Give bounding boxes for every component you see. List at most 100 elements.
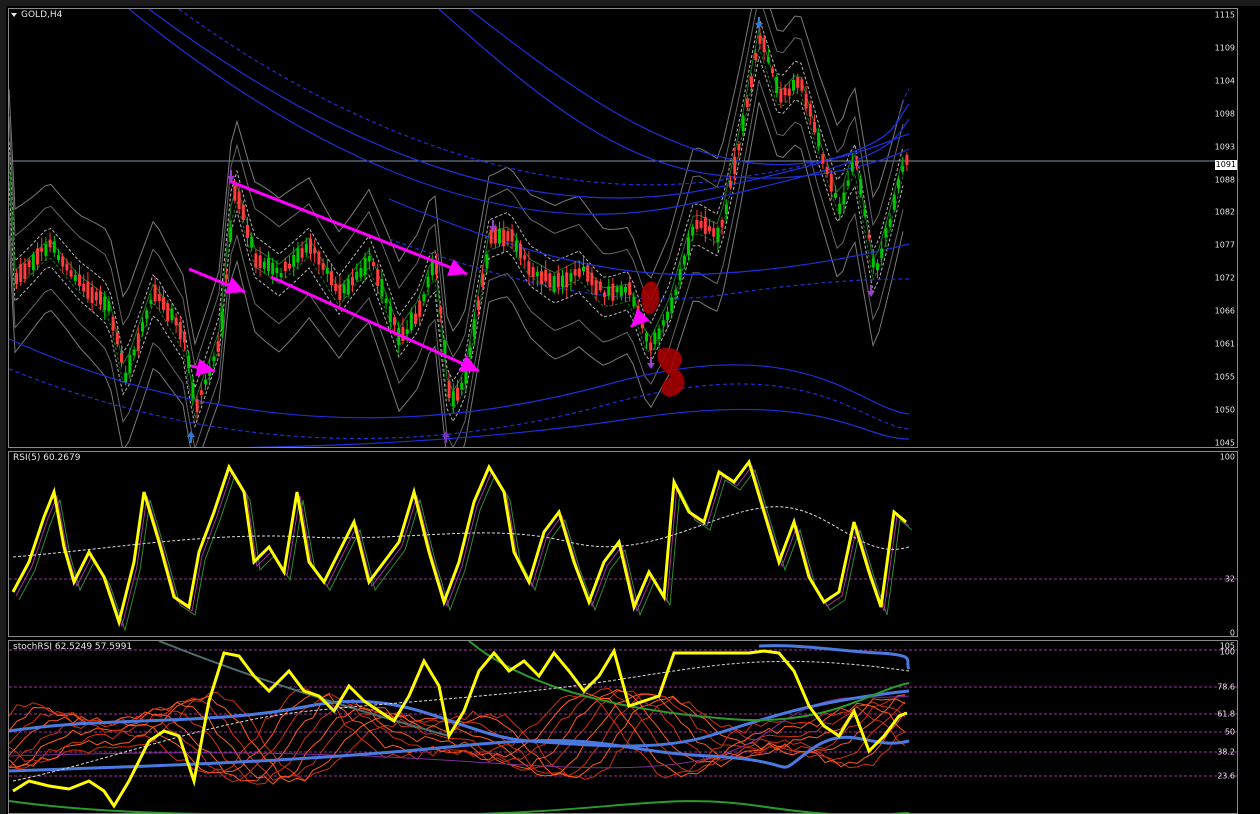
candle-body <box>489 230 493 244</box>
candle-body <box>716 227 720 243</box>
candle-body <box>174 317 178 326</box>
candle-body <box>195 399 199 412</box>
regression-channel-line <box>9 338 910 419</box>
candle-body <box>304 243 308 253</box>
price-axis-tick: 1115 <box>1214 10 1235 20</box>
candle-body <box>565 272 569 288</box>
candle-body <box>817 133 821 147</box>
candle-body <box>73 275 77 281</box>
candle-body <box>439 306 443 315</box>
candle-body <box>346 279 350 295</box>
candle-body <box>342 284 346 294</box>
candle-body <box>510 229 514 242</box>
candle-body <box>628 282 632 296</box>
candle-body <box>670 297 674 312</box>
candle-body <box>162 297 165 310</box>
candle-body <box>880 248 884 259</box>
stochrsi-axis-tick: 100 <box>1219 647 1235 657</box>
candle-body <box>132 349 136 356</box>
candle-body <box>23 263 27 279</box>
candle-body <box>254 253 258 268</box>
candle-body <box>325 267 329 274</box>
candle-body <box>871 258 875 268</box>
chart-window[interactable]: GOLD,H4 1115 1109 1104 1098 1093 1088 1082 1077… <box>0 0 1260 814</box>
candle-body <box>834 192 837 198</box>
price-chart-pane[interactable]: GOLD,H4 1115 1109 1104 1098 1093 1088 1082 1077… <box>8 8 1238 448</box>
annotation-mark <box>641 281 660 314</box>
candle-body <box>409 312 413 331</box>
symbol-text: GOLD,H4 <box>21 10 63 20</box>
regression-channel-line <box>9 368 910 440</box>
candle-body <box>619 286 623 297</box>
moving-average-line <box>9 28 904 403</box>
candle-body <box>460 382 464 390</box>
candle-body <box>19 264 23 282</box>
candle-body <box>283 261 287 272</box>
candle-body <box>481 273 485 287</box>
candle-body <box>170 308 174 321</box>
stochrsi-axis-tick: 38.2 <box>1217 747 1235 757</box>
candle-body <box>477 300 480 310</box>
candle-body <box>905 154 909 165</box>
candle-body <box>145 310 149 319</box>
candle-body <box>393 317 396 326</box>
candle-body <box>808 104 812 117</box>
candle-body <box>897 179 900 189</box>
candle-body <box>695 219 699 229</box>
candle-body <box>90 287 94 304</box>
price-axis-tick: 1109 <box>1214 43 1235 53</box>
candle-body <box>61 256 65 267</box>
candle-body <box>586 265 590 282</box>
candle-body <box>262 261 266 269</box>
candle-body <box>468 347 472 358</box>
candle-body <box>78 274 81 286</box>
symbol-timeframe-label[interactable]: GOLD,H4 <box>11 10 62 20</box>
candle-body <box>115 332 119 345</box>
candle-body <box>82 283 86 292</box>
candle-body <box>653 332 657 344</box>
candle-body <box>157 294 161 301</box>
candle-body <box>590 272 594 286</box>
candle-body <box>384 298 388 303</box>
candle-body <box>300 248 304 258</box>
price-axis-tick: 1072 <box>1214 273 1235 283</box>
candle-body <box>401 327 405 341</box>
candle-body <box>649 342 653 351</box>
candle-body <box>447 380 451 398</box>
candle-body <box>48 239 52 248</box>
candle-body <box>548 273 552 288</box>
candle-body <box>367 256 371 261</box>
triangle-down-icon <box>11 12 17 17</box>
trendline-arrow <box>629 307 651 329</box>
price-axis-tick: 1088 <box>1214 175 1235 184</box>
price-axis: 1115 1109 1104 1098 1093 1088 1082 1077 1072 1066… <box>1215 9 1237 448</box>
moving-average-line <box>9 46 904 421</box>
candle-body <box>57 255 60 260</box>
candle-body <box>279 273 283 278</box>
stochrsi-indicator-pane[interactable]: stochRSI 62.5249 57.5991 105 100 78.6 61.8 5… <box>8 640 1238 814</box>
candle-body <box>388 306 392 323</box>
regression-channel-line <box>468 9 910 166</box>
candle-body <box>267 258 270 271</box>
candle-body <box>888 219 892 227</box>
candle-body <box>666 311 669 321</box>
price-axis-tick: 1066 <box>1214 306 1235 316</box>
rsi-axis-tick: 0 <box>1229 628 1235 637</box>
rsi-canvas <box>9 458 1237 632</box>
candle-body <box>796 77 800 88</box>
candle-body <box>640 323 644 329</box>
stochrsi-label: stochRSI 62.5249 57.5991 <box>13 642 133 652</box>
candle-body <box>187 356 191 368</box>
candle-body <box>212 356 216 362</box>
candle-body <box>330 270 333 286</box>
rsi-axis-tick: 100 <box>1219 452 1235 462</box>
candle-body <box>787 88 791 96</box>
candle-body <box>502 229 506 247</box>
candle-body <box>363 257 367 276</box>
candle-body <box>523 255 527 260</box>
candle-body <box>611 283 615 301</box>
regression-channel-line <box>388 198 910 276</box>
rsi-indicator-pane[interactable]: RSI(5) 60.2679 100 32 0 <box>8 451 1238 637</box>
candle-body <box>418 300 422 317</box>
rsi-label: RSI(5) 60.2679 <box>13 453 81 463</box>
